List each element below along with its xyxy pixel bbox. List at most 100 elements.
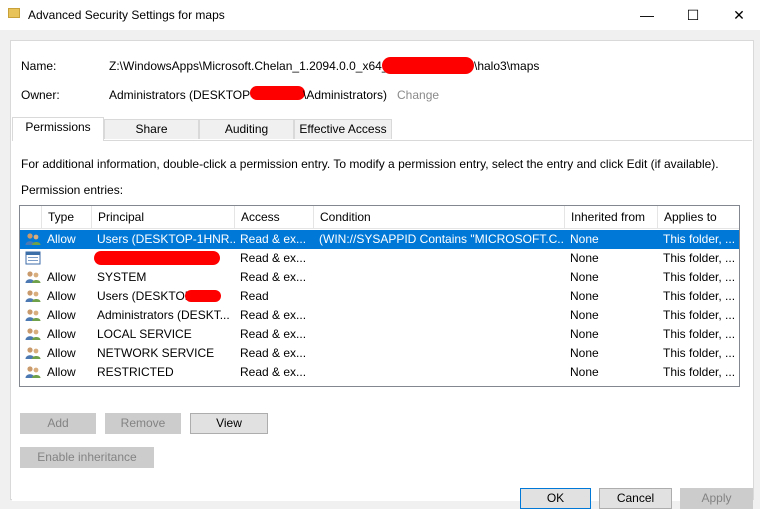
name-value-end: \halo3\maps <box>474 59 540 73</box>
cell-condition: (WIN://SYSAPPID Contains "MICROSOFT.C... <box>319 232 564 246</box>
app-package-icon <box>25 251 41 265</box>
table-row[interactable]: Read & ex... None This folder, ... <box>20 249 739 268</box>
cell-principal: Users (DESKTOP-1HNR... <box>97 232 235 246</box>
cell-type: Allow <box>47 308 76 322</box>
redaction-mark <box>382 57 474 74</box>
table-row[interactable]: Allow Users (DESKTOP-1HNR... Read & ex... (… <box>20 230 739 249</box>
users-icon <box>25 308 41 322</box>
cancel-button[interactable]: Cancel <box>599 488 672 509</box>
column-header-type[interactable]: Type <box>41 206 91 228</box>
cell-applies: This folder, ... <box>663 251 736 265</box>
users-icon <box>25 327 41 341</box>
permission-entries-list[interactable]: Type Principal Access Condition Inherite… <box>19 205 740 387</box>
cell-condition <box>313 287 564 306</box>
cell-applies: This folder, ... <box>663 289 736 303</box>
cell-condition <box>313 268 564 287</box>
folder-icon <box>8 8 20 18</box>
cell-type: Allow <box>47 365 76 379</box>
cell-type: Allow <box>47 346 76 360</box>
window-title: Advanced Security Settings for maps <box>28 8 225 22</box>
list-header: Type Principal Access Condition Inherite… <box>20 206 739 229</box>
column-header-applies-to[interactable]: Applies to <box>657 206 739 228</box>
cell-inherited: None <box>570 289 599 303</box>
cell-condition <box>313 344 564 363</box>
cell-principal: NETWORK SERVICE <box>97 346 215 360</box>
cell-principal: LOCAL SERVICE <box>97 327 192 341</box>
tab-effective-access[interactable]: Effective Access <box>294 119 392 139</box>
cell-type: Allow <box>47 327 76 341</box>
users-icon <box>25 365 41 379</box>
maximize-button[interactable]: ☐ <box>670 0 716 30</box>
view-button[interactable]: View <box>190 413 268 434</box>
owner-change-link[interactable]: Change <box>397 88 439 102</box>
cell-inherited: None <box>570 346 599 360</box>
users-icon <box>25 232 41 246</box>
column-header-access[interactable]: Access <box>234 206 313 228</box>
cell-applies: This folder, ... <box>663 346 736 360</box>
name-label: Name: <box>21 59 57 73</box>
redaction-mark <box>185 290 221 302</box>
redaction-mark <box>250 86 305 100</box>
cell-access: Read & ex... <box>240 346 307 360</box>
cell-access: Read & ex... <box>240 308 307 322</box>
cell-type: Allow <box>47 289 76 303</box>
cell-condition <box>313 363 564 382</box>
cell-principal: RESTRICTED <box>97 365 174 379</box>
table-row[interactable]: Allow RESTRICTED Read & ex... None This fold… <box>20 363 739 382</box>
cell-type <box>41 249 91 268</box>
cell-type: Allow <box>47 270 76 284</box>
cell-inherited: None <box>570 365 599 379</box>
cell-inherited: None <box>570 308 599 322</box>
add-button[interactable]: Add <box>20 413 96 434</box>
permission-entries-label: Permission entries: <box>21 183 124 197</box>
cell-access: Read & ex... <box>240 327 307 341</box>
cell-condition <box>313 306 564 325</box>
apply-button[interactable]: Apply <box>680 488 753 509</box>
users-icon <box>25 346 41 360</box>
cell-applies: This folder, ... <box>663 232 736 246</box>
info-text: For additional information, double-click… <box>21 157 719 171</box>
cell-access: Read & ex... <box>240 270 307 284</box>
cell-access: Read & ex... <box>240 251 307 265</box>
redaction-mark <box>94 251 220 265</box>
name-value-start: Z:\WindowsApps\Microsoft.Chelan_1.2094.0… <box>109 59 396 73</box>
remove-button[interactable]: Remove <box>105 413 181 434</box>
table-row[interactable]: Allow Users (DESKTOP- Read None This folder,… <box>20 287 739 306</box>
tab-auditing[interactable]: Auditing <box>199 119 294 139</box>
tab-share[interactable]: Share <box>104 119 199 139</box>
cell-access: Read & ex... <box>240 232 307 246</box>
cell-inherited: None <box>570 251 599 265</box>
table-row[interactable]: Allow NETWORK SERVICE Read & ex... None This… <box>20 344 739 363</box>
cell-applies: This folder, ... <box>663 308 736 322</box>
cell-applies: This folder, ... <box>663 365 736 379</box>
minimize-button[interactable]: — <box>624 0 670 30</box>
cell-inherited: None <box>570 232 599 246</box>
title-bar: Advanced Security Settings for maps — ☐ … <box>0 0 760 30</box>
cell-inherited: None <box>570 327 599 341</box>
column-header-inherited-from[interactable]: Inherited from <box>564 206 657 228</box>
cell-condition <box>313 325 564 344</box>
close-button[interactable]: ✕ <box>716 0 760 30</box>
cell-principal: SYSTEM <box>97 270 147 284</box>
column-header-condition[interactable]: Condition <box>313 206 564 228</box>
users-icon <box>25 270 41 284</box>
cell-type: Allow <box>47 232 76 246</box>
cell-access: Read & ex... <box>240 365 307 379</box>
ok-button[interactable]: OK <box>520 488 591 509</box>
users-icon <box>25 289 41 303</box>
table-row[interactable]: Allow SYSTEM Read & ex... None This folder, … <box>20 268 739 287</box>
tab-permissions[interactable]: Permissions <box>12 117 104 141</box>
cell-applies: This folder, ... <box>663 270 736 284</box>
enable-inheritance-button[interactable]: Enable inheritance <box>20 447 154 468</box>
owner-value-start: Administrators (DESKTOP- <box>109 88 255 102</box>
owner-label: Owner: <box>21 88 60 102</box>
cell-applies: This folder, ... <box>663 327 736 341</box>
cell-principal: Administrators (DESKT... <box>97 308 230 322</box>
table-row[interactable]: Allow LOCAL SERVICE Read & ex... None This f… <box>20 325 739 344</box>
owner-value-end: \Administrators) <box>303 88 388 102</box>
cell-condition <box>313 249 564 268</box>
cell-inherited: None <box>570 270 599 284</box>
cell-access: Read <box>240 289 269 303</box>
table-row[interactable]: Allow Administrators (DESKT... Read & ex..… <box>20 306 739 325</box>
column-header-principal[interactable]: Principal <box>91 206 235 228</box>
